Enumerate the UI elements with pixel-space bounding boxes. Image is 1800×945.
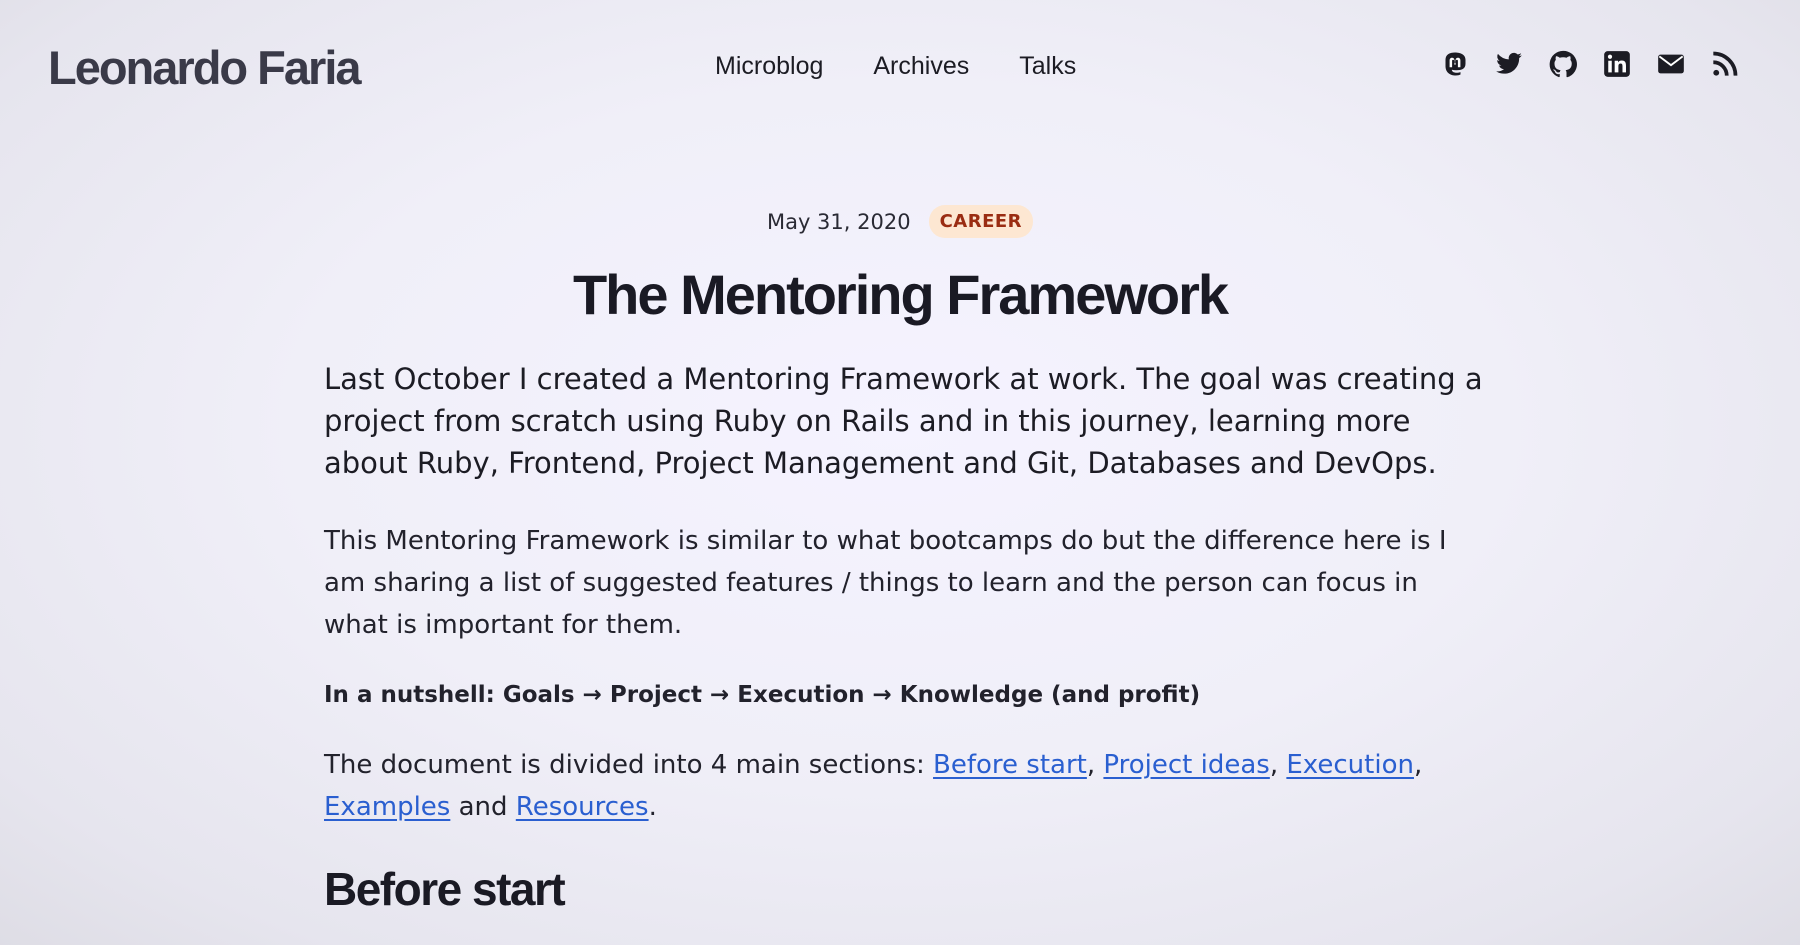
mastodon-icon[interactable] — [1441, 50, 1469, 78]
sections-intro-text: The document is divided into 4 main sect… — [324, 750, 925, 780]
separator: , — [1269, 750, 1279, 780]
separator: . — [648, 792, 657, 822]
main-nav: Microblog Archives Talks — [715, 52, 1076, 81]
nav-talks[interactable]: Talks — [1019, 52, 1076, 81]
separator: , — [1086, 750, 1096, 780]
paragraph: This Mentoring Framework is similar to w… — [324, 526, 1447, 640]
intro-paragraph: Last October I created a Mentoring Frame… — [324, 362, 1483, 480]
site-title[interactable]: Leonardo Faria — [48, 40, 362, 95]
separator: , — [1413, 750, 1423, 780]
rss-icon[interactable] — [1711, 50, 1739, 78]
link-examples[interactable]: Examples — [324, 792, 450, 822]
link-project-ideas[interactable]: Project ideas — [1103, 750, 1269, 780]
section-heading-before-start: Before start — [324, 863, 566, 915]
link-execution[interactable]: Execution — [1286, 750, 1414, 780]
link-before-start[interactable]: Before start — [933, 750, 1087, 780]
post-title: The Mentoring Framework — [572, 263, 1229, 326]
social-links — [1441, 50, 1739, 78]
and-text: and — [458, 792, 508, 822]
nav-archives[interactable]: Archives — [873, 52, 969, 81]
linkedin-icon[interactable] — [1603, 50, 1631, 78]
post-date: May 31, 2020 — [766, 209, 911, 234]
email-icon[interactable] — [1657, 50, 1685, 78]
link-resources[interactable]: Resources — [516, 792, 649, 822]
nav-microblog[interactable]: Microblog — [715, 52, 823, 81]
nutshell-paragraph: In a nutshell: Goals → Project → Executi… — [324, 682, 1201, 708]
post-content: Last October I created a Mentoring Frame… — [324, 358, 1484, 916]
sections-paragraph: The document is divided into 4 main sect… — [324, 744, 1484, 828]
post-meta: May 31, 2020 CAREER — [0, 205, 1800, 238]
category-tag[interactable]: CAREER — [928, 205, 1034, 238]
github-icon[interactable] — [1549, 50, 1577, 78]
twitter-icon[interactable] — [1495, 50, 1523, 78]
